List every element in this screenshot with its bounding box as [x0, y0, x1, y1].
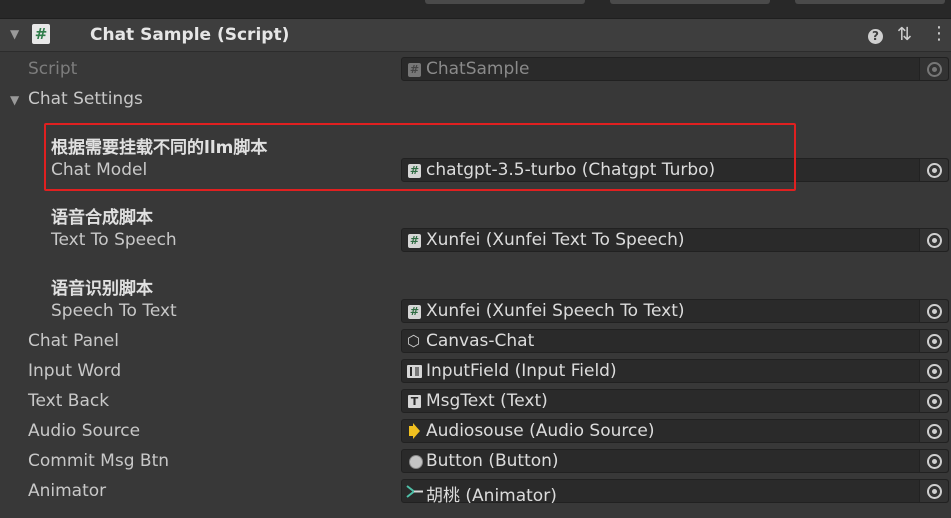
- help-icon[interactable]: ?: [868, 25, 883, 44]
- section-header-tts: 语音合成脚本: [51, 208, 153, 228]
- object-picker-button[interactable]: [919, 420, 948, 442]
- component-header[interactable]: ▼ # Chat Sample (Script) ? ⇅ ⋮: [0, 18, 951, 52]
- cube-icon: ⬡: [407, 332, 421, 350]
- section-header-stt: 语音识别脚本: [51, 279, 153, 299]
- object-picker-button[interactable]: [919, 360, 948, 382]
- speech-to-text-value: Xunfei (Xunfei Speech To Text): [426, 301, 685, 321]
- animator-label: Animator: [28, 481, 107, 501]
- chat-panel-label: Chat Panel: [28, 331, 119, 351]
- highlight-box: [44, 123, 796, 191]
- object-picker-button[interactable]: [919, 330, 948, 352]
- top-field-edge: [795, 0, 945, 4]
- script-icon: #: [32, 24, 50, 44]
- text-to-speech-field[interactable]: # Xunfei (Xunfei Text To Speech): [401, 228, 949, 252]
- animator-field[interactable]: 胡桃 (Animator): [401, 479, 949, 506]
- component-title: Chat Sample (Script): [90, 25, 290, 45]
- object-picker-button[interactable]: [919, 300, 948, 322]
- button-icon: [409, 455, 423, 469]
- text-back-value: MsgText (Text): [426, 391, 548, 411]
- chat-panel-value: Canvas-Chat: [426, 331, 535, 351]
- foldout-arrow-icon[interactable]: ▼: [10, 27, 19, 41]
- script-icon: #: [408, 63, 421, 77]
- context-menu-icon[interactable]: ⋮: [930, 23, 948, 44]
- audio-source-value: Audiosouse (Audio Source): [426, 421, 655, 441]
- text-icon: T: [408, 395, 421, 408]
- object-picker-button: [919, 58, 948, 80]
- script-field: # ChatSample: [401, 57, 949, 81]
- chat-settings-foldout-icon[interactable]: ▼: [10, 93, 19, 107]
- object-picker-button[interactable]: [919, 390, 948, 412]
- presets-icon[interactable]: ⇅: [897, 24, 912, 45]
- object-picker-button[interactable]: [919, 450, 948, 472]
- animator-icon: [406, 485, 423, 498]
- speech-to-text-label: Speech To Text: [51, 301, 177, 321]
- audio-source-field[interactable]: Audiosouse (Audio Source): [401, 419, 949, 443]
- top-field-edge: [610, 0, 770, 4]
- audio-source-label: Audio Source: [28, 421, 141, 441]
- object-picker-button[interactable]: [919, 159, 948, 181]
- animator-value: 胡桃 (Animator): [426, 486, 557, 506]
- text-back-field[interactable]: T MsgText (Text): [401, 389, 949, 413]
- script-value: ChatSample: [426, 59, 530, 79]
- commit-msg-btn-label: Commit Msg Btn: [28, 451, 170, 471]
- chat-settings-label[interactable]: Chat Settings: [28, 89, 143, 109]
- inspector-top-strip: [0, 0, 951, 18]
- input-word-field[interactable]: InputField (Input Field): [401, 359, 949, 383]
- speech-to-text-field[interactable]: # Xunfei (Xunfei Speech To Text): [401, 299, 949, 323]
- chat-panel-field[interactable]: ⬡ Canvas-Chat: [401, 329, 949, 353]
- input-word-value: InputField (Input Field): [426, 361, 617, 381]
- object-picker-button[interactable]: [919, 480, 948, 502]
- script-icon: #: [408, 305, 421, 319]
- object-picker-button[interactable]: [919, 229, 948, 251]
- script-label: Script: [28, 59, 78, 79]
- commit-msg-btn-value: Button (Button): [426, 451, 559, 471]
- speaker-icon: [409, 423, 420, 439]
- inputfield-icon: [407, 365, 422, 378]
- text-to-speech-value: Xunfei (Xunfei Text To Speech): [426, 230, 685, 250]
- input-word-label: Input Word: [28, 361, 122, 381]
- text-to-speech-label: Text To Speech: [51, 230, 177, 250]
- commit-msg-btn-field[interactable]: Button (Button): [401, 449, 949, 473]
- text-back-label: Text Back: [28, 391, 110, 411]
- script-icon: #: [408, 234, 421, 248]
- top-field-edge: [425, 0, 585, 4]
